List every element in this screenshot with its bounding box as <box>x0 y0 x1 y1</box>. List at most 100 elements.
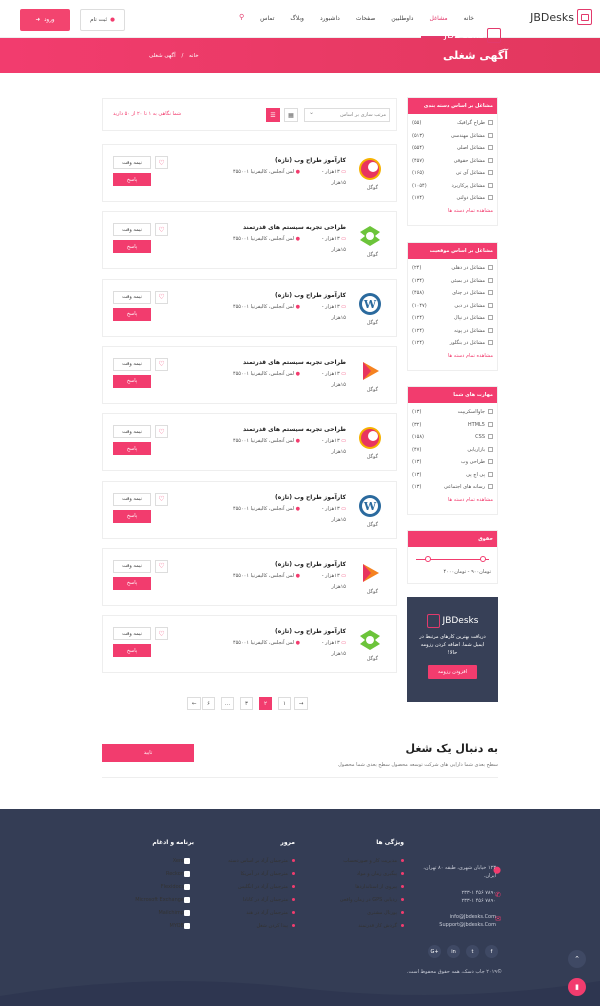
footer-link[interactable]: Mailchimp <box>135 907 194 920</box>
job-title[interactable]: کارآموز طراح وب (تازه) <box>275 494 346 501</box>
checkbox[interactable] <box>488 195 493 201</box>
register-button[interactable]: ● ثبت نام <box>80 9 125 31</box>
footer-link[interactable]: پیروی از استانداردها <box>340 881 404 894</box>
skill-item[interactable]: پی اچ پی (۱۳) <box>412 469 493 482</box>
footer-link[interactable]: Xero <box>135 855 194 868</box>
apply-button[interactable]: پاسخ <box>113 240 151 254</box>
checkbox[interactable] <box>488 120 493 126</box>
footer-link[interactable]: مترجمان آزاد بر اساس دسته <box>228 855 295 868</box>
nav-pages[interactable]: صفحات <box>348 0 383 38</box>
page-button[interactable]: ... <box>221 697 234 710</box>
footer-link[interactable]: پورتال مشتری <box>340 907 404 920</box>
location-item[interactable]: مشاغل در بنگلور (۱۲۴) <box>412 337 493 350</box>
linkedin-icon[interactable]: in <box>447 945 460 958</box>
footer-link[interactable]: Reckon <box>135 868 194 881</box>
checkbox[interactable] <box>488 459 493 465</box>
category-item[interactable]: مشاغل آی تی (۱۶۵) <box>412 167 493 180</box>
skills-more-link[interactable]: مشاهده تمام دسته ها <box>408 497 497 508</box>
checkbox[interactable] <box>488 170 493 176</box>
job-card[interactable]: W گوگل کارآموز طراح وب (تازه) ▭ ۱۳هزار - ● ل… <box>102 480 397 539</box>
job-card[interactable]: گوگل طراحی تجربه سیستم های قدرتمند ▭ ۱۳هزا… <box>102 211 397 270</box>
footer-link[interactable]: مترجمان آزاد در آمریکا <box>228 868 295 881</box>
category-more-link[interactable]: مشاهده تمام دسته ها <box>408 208 497 219</box>
apply-button[interactable]: پاسخ <box>113 644 151 658</box>
heart-icon[interactable]: ♡ <box>155 492 168 506</box>
job-card[interactable]: W گوگل کارآموز طراح وب (تازه) ▭ ۱۳هزار - ● ل… <box>102 278 397 337</box>
sort-select[interactable]: مرتب سازی بر اساس <box>304 108 390 122</box>
apply-button[interactable]: پاسخ <box>113 307 151 321</box>
job-card[interactable]: گوگل طراحی تجربه سیستم های قدرتمند ▭ ۱۳هزا… <box>102 345 397 404</box>
grid-view-icon[interactable]: ▦ <box>284 108 298 122</box>
apply-button[interactable]: پاسخ <box>113 374 151 388</box>
apply-button[interactable]: پاسخ <box>113 576 151 590</box>
category-item[interactable]: طراح گرافیک (۵۵) <box>412 117 493 130</box>
heart-icon[interactable]: ♡ <box>155 559 168 573</box>
salary-slider-min-handle[interactable] <box>424 556 431 562</box>
category-item[interactable]: مشاغل مهندسی (۵۱۳) <box>412 130 493 143</box>
skill-item[interactable]: بازاریابی (۴۷) <box>412 444 493 457</box>
breadcrumb-home[interactable]: خانه <box>189 53 199 59</box>
brand-logo[interactable]: JBDesks <box>530 9 592 25</box>
nav-contact[interactable]: تماس <box>252 0 282 38</box>
next-page-button[interactable]: → <box>294 697 308 710</box>
footer-email-2[interactable]: Support@jbdesks.Com <box>421 921 496 929</box>
category-item[interactable]: مشاغل پرکاربرد (۱۰۵۴) <box>412 180 493 193</box>
footer-link[interactable]: مترجمان آزاد در انگلیس <box>228 881 295 894</box>
apply-button[interactable]: پاسخ <box>113 173 151 186</box>
checkbox[interactable] <box>488 132 493 138</box>
checkbox[interactable] <box>488 315 493 321</box>
scroll-top-icon[interactable]: ⌃ <box>568 950 586 968</box>
checkbox[interactable] <box>488 327 493 333</box>
skill-item[interactable]: جاوااسکریپت (۱۳) <box>412 406 493 419</box>
google-plus-icon[interactable]: G+ <box>428 945 441 958</box>
skill-item[interactable]: رسانه های اجتماعی (۱۳) <box>412 481 493 494</box>
location-item[interactable]: مشاغل در دبی (۱۰۴۷) <box>412 300 493 313</box>
footer-link[interactable]: MYOB <box>135 920 194 933</box>
job-title[interactable]: کارآموز طراح وب (تازه) <box>275 292 346 299</box>
category-item[interactable]: مشاغل دولتی (۱۷۴) <box>412 192 493 205</box>
job-title[interactable]: کارآموز طراح وب (تازه) <box>275 561 346 568</box>
heart-icon[interactable]: ♡ <box>155 425 168 439</box>
category-item[interactable]: مشاغل حقوقی (۴۵۷) <box>412 155 493 168</box>
chat-icon[interactable]: ▮ <box>568 978 586 996</box>
skill-item[interactable]: طراحی وب (۱۳) <box>412 456 493 469</box>
checkbox[interactable] <box>488 421 493 427</box>
location-item[interactable]: مشاغل در بمبئی (۱۳۴) <box>412 275 493 288</box>
job-alert-button[interactable]: تایید <box>102 744 194 762</box>
footer-brand[interactable]: JBDesks <box>444 28 501 43</box>
checkbox[interactable] <box>488 265 493 271</box>
salary-slider-max-handle[interactable] <box>480 556 487 562</box>
location-item[interactable]: مشاغل در دهلی (۲۴) <box>412 262 493 275</box>
add-resume-button[interactable]: افزودن رزومه <box>427 665 478 679</box>
location-item[interactable]: مشاغل در نپال (۱۲۴) <box>412 312 493 325</box>
heart-icon[interactable]: ♡ <box>155 156 168 169</box>
job-card[interactable]: گوگل کارآموز طراح وب (تازه) ▭ ۱۳هزار - ● لس… <box>102 615 397 674</box>
checkbox[interactable] <box>488 290 493 296</box>
page-button[interactable]: ۶ <box>202 697 215 710</box>
nav-blog[interactable]: وبلاگ <box>282 0 312 38</box>
heart-icon[interactable]: ♡ <box>155 290 168 304</box>
nav-candidates[interactable]: داوطلبین <box>383 0 421 38</box>
apply-button[interactable]: پاسخ <box>113 509 151 523</box>
footer-link[interactable]: مترجمان آزاد در کانادا <box>228 894 295 907</box>
heart-icon[interactable]: ♡ <box>155 223 168 237</box>
footer-link[interactable]: پیگیری زمان و مواد <box>340 868 404 881</box>
location-more-link[interactable]: مشاهده تمام دسته ها <box>408 353 497 364</box>
checkbox[interactable] <box>488 145 493 151</box>
checkbox[interactable] <box>488 446 493 452</box>
footer-link[interactable]: گردش کار قدرتمند <box>340 920 404 933</box>
checkbox[interactable] <box>488 302 493 308</box>
page-button[interactable]: ۲ <box>259 697 272 710</box>
heart-icon[interactable]: ♡ <box>155 627 168 641</box>
checkbox[interactable] <box>488 277 493 283</box>
footer-link[interactable]: مدیریت کار و صورتحساب <box>340 855 404 868</box>
checkbox[interactable] <box>488 434 493 440</box>
list-view-icon[interactable]: ☰ <box>266 108 280 122</box>
skill-item[interactable]: HTML5 (۳۲) <box>412 419 493 432</box>
footer-link[interactable]: مترجمان آزاد در هند <box>228 907 295 920</box>
checkbox[interactable] <box>488 182 493 188</box>
prev-page-button[interactable]: ← <box>187 697 201 710</box>
footer-link[interactable]: ردیابی GPS در زمان واقعی <box>340 894 404 907</box>
job-title[interactable]: طراحی تجربه سیستم های قدرتمند <box>243 224 346 231</box>
twitter-icon[interactable]: t <box>466 945 479 958</box>
